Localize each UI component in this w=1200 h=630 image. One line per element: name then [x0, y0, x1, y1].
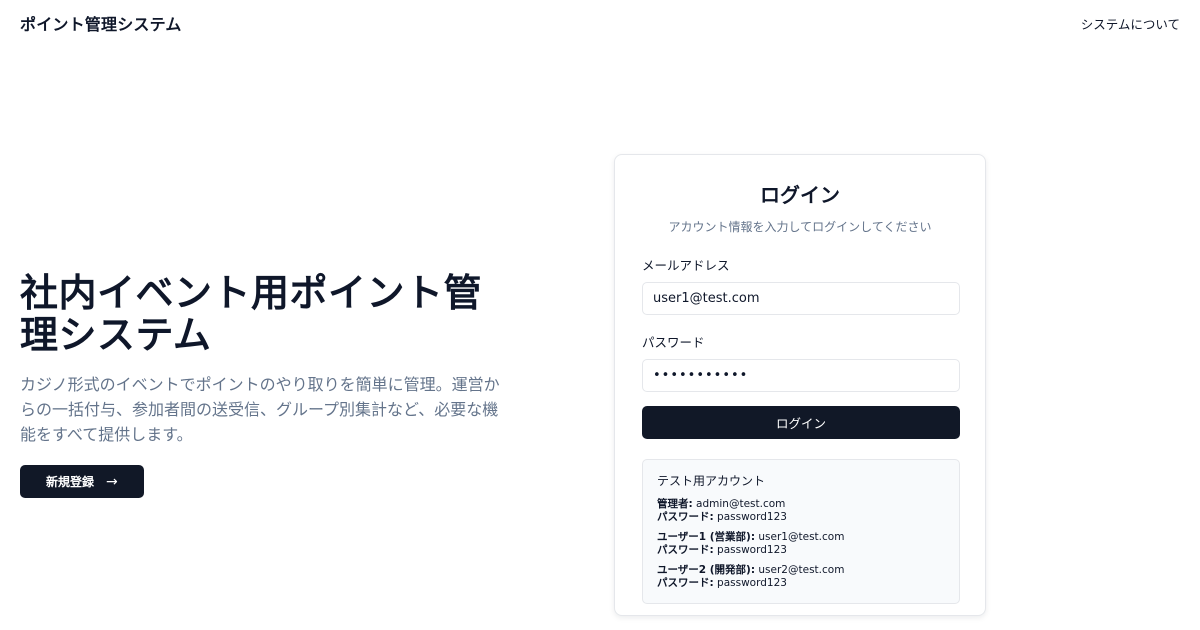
register-button-label: 新規登録: [46, 475, 95, 489]
account-password-label: パスワード:: [657, 577, 714, 589]
hero-description: カジノ形式のイベントでポイントのやり取りを簡単に管理。運営からの一括付与、参加者…: [20, 375, 500, 444]
brand-title[interactable]: ポイント管理システム: [20, 11, 182, 35]
account-email: admin@test.com: [696, 498, 786, 510]
about-link[interactable]: システムについて: [1081, 14, 1180, 33]
test-accounts-box: テスト用アカウント 管理者: admin@test.com パスワード: pas…: [642, 459, 960, 604]
password-field[interactable]: [642, 359, 960, 392]
test-account-admin: 管理者: admin@test.com パスワード: password123: [657, 498, 945, 524]
login-button[interactable]: ログイン: [642, 406, 960, 439]
account-email: user1@test.com: [758, 531, 845, 543]
site-header: ポイント管理システム システムについて: [0, 0, 1200, 46]
account-role: ユーザー2 (開発部):: [657, 564, 756, 576]
password-label: パスワード: [642, 335, 705, 350]
test-account-user2: ユーザー2 (開発部): user2@test.com パスワード: passw…: [657, 564, 945, 590]
account-password: password123: [717, 544, 787, 556]
account-password-label: パスワード:: [657, 511, 714, 523]
hero-section: 社内イベント用ポイント管理システム カジノ形式のイベントでポイントのやり取りを簡…: [20, 272, 520, 498]
account-role: ユーザー1 (営業部):: [657, 531, 756, 543]
login-title: ログイン: [760, 183, 840, 207]
email-label: メールアドレス: [642, 258, 730, 273]
hero-title: 社内イベント用ポイント管理システム: [20, 271, 483, 357]
register-button[interactable]: 新規登録 →: [20, 465, 144, 498]
login-card: ログイン アカウント情報を入力してログインしてください メールアドレス パスワー…: [614, 154, 986, 616]
account-email: user2@test.com: [758, 564, 845, 576]
account-role: 管理者:: [657, 498, 693, 510]
account-password-label: パスワード:: [657, 544, 714, 556]
arrow-right-icon: →: [106, 473, 118, 490]
test-account-user1: ユーザー1 (営業部): user1@test.com パスワード: passw…: [657, 531, 945, 557]
login-subtitle: アカウント情報を入力してログインしてください: [668, 220, 932, 234]
test-accounts-title: テスト用アカウント: [657, 474, 766, 488]
email-field[interactable]: [642, 282, 960, 315]
account-password: password123: [717, 577, 787, 589]
account-password: password123: [717, 511, 787, 523]
